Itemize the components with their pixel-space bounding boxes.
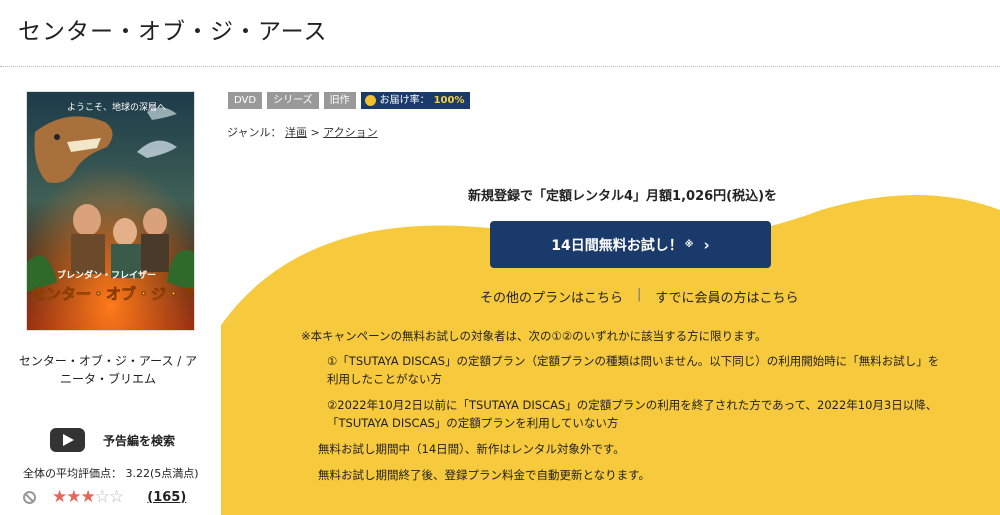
star-empty-icon: ☆ <box>109 487 124 507</box>
poster-actor-name: ブレンダン・フレイザー <box>57 269 156 281</box>
review-count-link[interactable]: (165) <box>147 490 186 505</box>
title-cast-caption: センター・オブ・ジ・アース / アニータ・ブリエム <box>18 354 198 386</box>
campaign-notice: ※本キャンペーンの無料お試しの対象者は、次の①②のいずれかに該当する方に限ります… <box>301 329 767 343</box>
tag-dvd: DVD <box>228 92 263 109</box>
link-separator: | <box>637 287 642 302</box>
delivery-rate-label: お届け率： <box>379 95 430 106</box>
format-tags: DVD シリーズ 旧作 お届け率： 100% <box>228 92 471 109</box>
member-login-link[interactable]: すでに会員の方はこちら <box>655 287 798 306</box>
play-icon[interactable] <box>50 428 85 452</box>
tag-series: シリーズ <box>267 92 319 109</box>
star-icon: ★ <box>66 487 81 507</box>
genre-link-action[interactable]: アクション <box>323 126 377 139</box>
star-icon: ★ <box>80 487 96 507</box>
medal-icon <box>364 95 376 106</box>
dvd-cover-image[interactable]: ようこそ、地球の深層へ ブレンダン・フレイザー センター・オブ・ジ・アース <box>26 91 195 331</box>
plan-links: その他のプランはこちら | すでに会員の方はこちら <box>480 287 799 306</box>
page-header: センター・オブ・ジ・アース <box>0 0 1000 67</box>
average-rating-text: 全体の平均評価点： 3.22(5点満点) <box>23 467 199 480</box>
delivery-rate-value: 100% <box>433 95 465 106</box>
delivery-rate-badge: お届け率： 100% <box>360 92 471 109</box>
not-interested-icon[interactable] <box>23 490 36 504</box>
star-empty-icon: ☆ <box>94 487 110 507</box>
promo-headline: 新規登録で「定額レンタル4」月額1,026円(税込)を <box>468 189 778 204</box>
genre-label: ジャンル： <box>227 126 282 139</box>
trial-new-release-note: 無料お試し期間中（14日間）、新作はレンタル対象外です。 <box>318 442 625 456</box>
poster-tagline: ようこそ、地球の深層へ <box>67 101 166 113</box>
page-title: センター・オブ・ジ・アース <box>18 19 328 45</box>
trailer-search-label[interactable]: 予告編を検索 <box>103 432 175 449</box>
trial-auto-renew-note: 無料お試し期間終了後、登録プラン料金で自動更新となります。 <box>318 468 651 482</box>
other-plans-link[interactable]: その他のプランはこちら <box>480 287 623 306</box>
rating-row: ★★★☆☆ (165) <box>23 487 186 507</box>
genre-breadcrumb: ジャンル： 洋画 > アクション <box>227 124 378 140</box>
free-trial-button[interactable]: 14日間無料お試し！ ※ › <box>490 221 771 268</box>
chevron-right-icon: › <box>703 235 710 254</box>
genre-link-foreign-film[interactable]: 洋画 <box>285 126 307 139</box>
poster-art: ようこそ、地球の深層へ ブレンダン・フレイザー センター・オブ・ジ・アース <box>27 92 194 330</box>
free-trial-note-mark: ※ <box>684 239 694 250</box>
condition-1: ①「TSUTAYA DISCAS」の定額プラン（定額プランの種類は問いません。以… <box>327 354 940 368</box>
condition-2-cont: 「TSUTAYA DISCAS」の定額プランを利用していない方 <box>327 416 619 430</box>
rating-stars[interactable]: ★★★☆☆ <box>52 487 124 507</box>
condition-1-cont: 利用したことがない方 <box>327 372 442 386</box>
breadcrumb-separator: > <box>310 126 320 139</box>
tag-old-release: 旧作 <box>323 92 356 109</box>
poster-logo-text: センター・オブ・ジ・アース <box>31 285 194 303</box>
condition-2: ②2022年10月2日以前に「TSUTAYA DISCAS」の定額プランの利用を… <box>327 398 938 412</box>
trailer-search[interactable]: 予告編を検索 <box>50 428 175 452</box>
star-icon: ★ <box>52 487 67 507</box>
free-trial-label: 14日間無料お試し！ <box>551 237 683 254</box>
